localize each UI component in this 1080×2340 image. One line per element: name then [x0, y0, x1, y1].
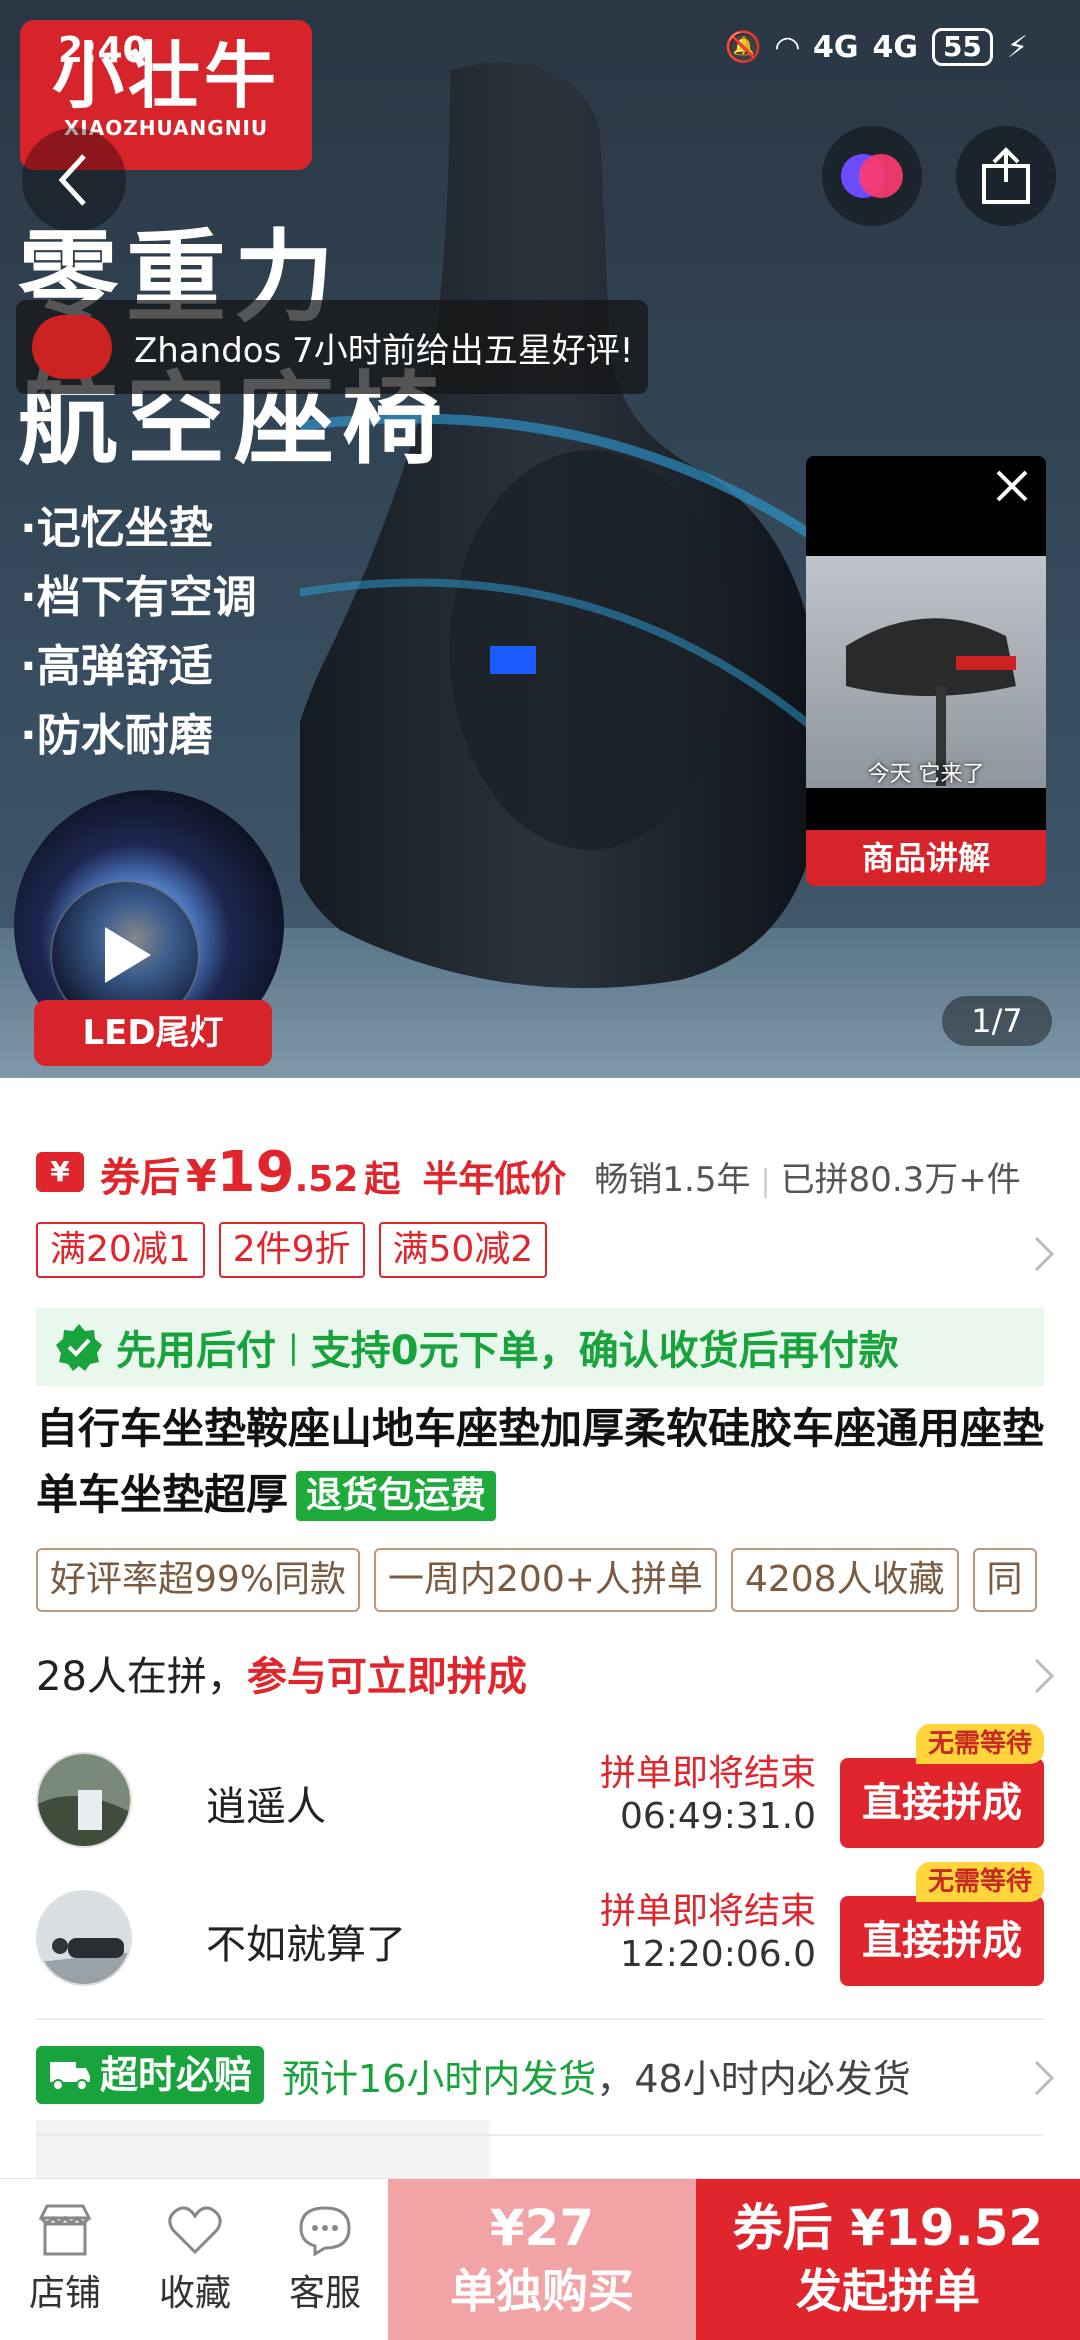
saddle-thumb-icon: [846, 618, 1016, 786]
led-label: LED尾灯: [34, 1000, 272, 1066]
product-explain-video[interactable]: 今天 它来了 商品讲解: [806, 456, 1046, 886]
reviewer-avatar: [32, 315, 112, 379]
bottom-action-bar: 店铺 收藏 客服 ¥27 单独购买 券后 ¥19.52 发起拼单: [0, 2178, 1080, 2340]
highlight-tag: 4208人收藏: [730, 1548, 959, 1612]
highlight-tag: 同: [972, 1548, 1037, 1612]
gallery-page-indicator: 1/7: [942, 996, 1052, 1046]
pay-later-title: 先用后付: [116, 1328, 276, 1374]
return-shipping-badge: 退货包运费: [296, 1471, 497, 1521]
shipping-badge: 超时必赔: [36, 2046, 265, 2104]
video-thumbnail: [806, 556, 1046, 788]
highlight-tag: 好评率超99%同款: [36, 1548, 361, 1612]
promo-tag[interactable]: 满50减2: [378, 1222, 548, 1278]
share-icon: [982, 147, 1030, 204]
shipping-guarantee: ，48小时内必发货: [596, 2056, 911, 2101]
signal-icon: 4G: [812, 29, 859, 65]
customer-service-button[interactable]: 客服: [260, 2179, 390, 2340]
promo-tags[interactable]: 满20减1 2件9折 满50减2: [36, 1222, 548, 1278]
signal-icon-2: 4G: [872, 29, 918, 65]
feature-item: ·高弹舒适: [20, 641, 213, 692]
join-group-button[interactable]: 直接拼成: [840, 1758, 1044, 1848]
heart-icon: [168, 2206, 222, 2255]
feature-item: ·记忆坐垫: [20, 503, 213, 554]
favorite-button[interactable]: 收藏: [130, 2179, 260, 2340]
divider-bar: |: [760, 1164, 771, 1199]
promo-tag[interactable]: 2件9折: [218, 1222, 365, 1278]
play-icon: [105, 927, 151, 983]
group-price: 券后 ¥19.52: [732, 2199, 1044, 2257]
no-wait-badge: 无需等待: [915, 1724, 1044, 1764]
review-toast-text: Zhandos 7小时前给出五星好评!: [134, 330, 634, 371]
shipping-row[interactable]: 超时必赔 预计16小时内发货 ，48小时内必发货: [36, 2046, 911, 2104]
chevron-right-icon[interactable]: [1032, 2058, 1056, 2098]
close-video-button[interactable]: [992, 466, 1032, 510]
store-label: 店铺: [28, 2273, 101, 2314]
service-label: 客服: [288, 2273, 361, 2314]
group-ending-text: 拼单即将结束: [599, 1753, 816, 1794]
single-label: 单独购买: [450, 2264, 634, 2318]
favorite-label: 收藏: [158, 2273, 231, 2314]
pay-later-desc: 支持0元下单，确认收货后再付款: [310, 1328, 899, 1374]
group-buy-row: 逍遥人 拼单即将结束 06:49:31.0 直接拼成 无需等待: [36, 1724, 1044, 1854]
chevron-right-icon[interactable]: [1032, 1656, 1056, 1696]
group-buy-row: 不如就算了 拼单即将结束 12:20:06.0 直接拼成 无需等待: [36, 1862, 1044, 1992]
video-caption: 今天 它来了: [867, 762, 985, 787]
avatar: [36, 1890, 132, 1986]
mute-icon: 🔕: [724, 29, 762, 65]
saddle-image: [300, 62, 860, 989]
chevron-right-icon[interactable]: [1032, 1234, 1056, 1274]
single-price: ¥27: [489, 2199, 595, 2257]
share-button[interactable]: [956, 126, 1056, 226]
store-icon: [38, 2204, 92, 2256]
group-label: 发起拼单: [796, 2264, 980, 2318]
join-group-button[interactable]: 直接拼成: [840, 1896, 1044, 1986]
badge-check-icon: [56, 1324, 102, 1371]
pay-later-banner[interactable]: 先用后付 | 支持0元下单，确认收货后再付款: [36, 1308, 1044, 1386]
chat-icon: [299, 2206, 351, 2256]
product-page: 小壮牛 XIAOZHUANGNIU 2:40 🔕 ◠ 4G 4G 55 ⚡ 零重…: [0, 0, 1080, 2340]
feature-list: ·记忆坐垫 ·档下有空调 ·高弹舒适 ·防水耐磨: [20, 494, 257, 770]
store-button[interactable]: 店铺: [0, 2179, 130, 2340]
group-timer: 06:49:31.0: [619, 1796, 816, 1837]
avatar: [36, 1752, 132, 1848]
avatar-bubble-button[interactable]: [822, 126, 922, 226]
buy-single-button[interactable]: ¥27 单独购买: [388, 2179, 696, 2340]
video-label: 商品讲解: [806, 830, 1046, 886]
charging-icon: ⚡: [1006, 29, 1028, 65]
start-group-button[interactable]: 券后 ¥19.52 发起拼单: [696, 2179, 1080, 2340]
highlight-tags: 好评率超99%同款 一周内200+人拼单 4208人收藏 同: [36, 1548, 1037, 1612]
highlight-tag: 一周内200+人拼单: [374, 1548, 717, 1612]
feature-item: ·档下有空调: [20, 572, 257, 623]
feature-item: ·防水耐磨: [20, 710, 213, 761]
group-user-name: 逍遥人: [206, 1784, 326, 1830]
no-wait-badge: 无需等待: [915, 1862, 1044, 1902]
partially-hidden-row: [36, 2120, 1044, 2180]
status-icons: 🔕 ◠ 4G 4G 55 ⚡: [725, 28, 1028, 66]
close-icon: [996, 470, 1028, 502]
price-value: 19: [216, 1140, 295, 1205]
bubble-icon: [841, 154, 903, 198]
product-gallery[interactable]: 小壮牛 XIAOZHUANGNIU 2:40 🔕 ◠ 4G 4G 55 ⚡ 零重…: [0, 0, 1080, 1078]
status-bar: 2:40 🔕 ◠ 4G 4G 55 ⚡: [0, 0, 1080, 100]
price-row: ¥ 券后 ¥ 19 .52 起 半年低价 畅销1.5年 | 已拼80.3万+件: [36, 1140, 1021, 1205]
sold-count: 已拼80.3万+件: [780, 1160, 1021, 1200]
group-ending-text: 拼单即将结束: [599, 1891, 816, 1932]
divider-bar: |: [288, 1328, 299, 1366]
group-timer: 12:20:06.0: [619, 1934, 816, 1975]
product-title: 自行车坐垫鞍座山地车座垫加厚柔软硅胶车座通用座垫单车坐垫超厚 退货包运费: [36, 1404, 1045, 1521]
review-toast: Zhandos 7小时前给出五星好评!: [16, 300, 648, 394]
wifi-icon: ◠: [775, 29, 799, 65]
promo-tag[interactable]: 满20减1: [36, 1222, 205, 1278]
battery-icon: 55: [931, 28, 993, 66]
status-time: 2:40: [58, 30, 148, 71]
group-user-name: 不如就算了: [206, 1922, 406, 1968]
truck-icon: [50, 2062, 90, 2091]
shipping-estimate: 预计16小时内发货: [282, 2056, 597, 2101]
divider: [36, 2018, 1044, 2020]
group-buy-header[interactable]: 28人在拼，参与可立即拼成: [36, 1644, 527, 1702]
sold-duration: 畅销1.5年: [594, 1160, 751, 1200]
low-price-tag: 半年低价: [422, 1159, 567, 1200]
coupon-icon: ¥: [36, 1152, 84, 1192]
